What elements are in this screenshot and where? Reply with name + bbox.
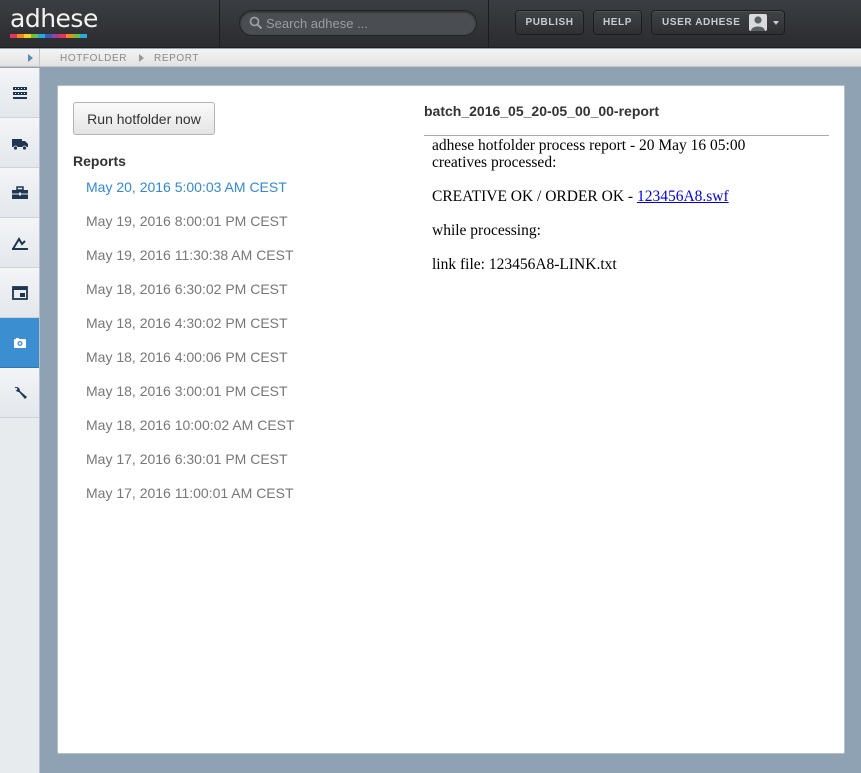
report-processed-line: creatives processed: xyxy=(432,154,557,171)
report-while-processing: while processing: xyxy=(432,222,541,239)
top-bar: adhese PUBLISH HELP USER ADHESE xyxy=(0,0,861,48)
report-title: batch_2016_05_20-05_00_00-report xyxy=(424,103,660,119)
breadcrumb-separator-icon xyxy=(139,54,144,62)
breadcrumb-item-report: REPORT xyxy=(154,53,200,64)
breadcrumb: HOTFOLDER REPORT xyxy=(0,49,861,67)
logo-color-segment xyxy=(45,34,52,38)
search-box[interactable] xyxy=(239,10,477,36)
run-hotfolder-button[interactable]: Run hotfolder now xyxy=(73,102,215,135)
chevron-down-icon xyxy=(773,21,779,25)
sidebar xyxy=(0,68,40,773)
report-list-item[interactable]: May 17, 2016 6:30:01 PM CEST xyxy=(86,451,406,485)
hotfolder-icon xyxy=(13,337,26,348)
logo-color-segment xyxy=(52,34,59,38)
sidebar-item-delivery[interactable] xyxy=(0,118,39,168)
logo-color-segment xyxy=(17,34,24,38)
logo-color-segment xyxy=(73,34,80,38)
user-label: USER ADHESE xyxy=(662,17,741,28)
reports-heading: Reports xyxy=(73,153,126,169)
report-list-item[interactable]: May 18, 2016 3:00:01 PM CEST xyxy=(86,383,406,417)
search-area xyxy=(221,0,489,48)
truck-icon xyxy=(11,138,28,150)
report-list-item[interactable]: May 18, 2016 6:30:02 PM CEST xyxy=(86,281,406,315)
report-list-item[interactable]: May 19, 2016 8:00:01 PM CEST xyxy=(86,213,406,247)
logo-color-segment xyxy=(66,34,73,38)
logo-color-bar xyxy=(10,34,87,38)
report-content: adhese hotfolder process report - 20 May… xyxy=(432,137,832,273)
sidebar-item-hotfolder[interactable] xyxy=(0,318,39,368)
sidebar-item-inventory[interactable] xyxy=(0,68,39,118)
breadcrumb-item-hotfolder[interactable]: HOTFOLDER xyxy=(60,53,127,64)
logo[interactable]: adhese xyxy=(0,0,220,48)
report-list-item[interactable]: May 17, 2016 11:00:01 AM CEST xyxy=(86,485,406,519)
report-header-line: adhese hotfolder process report - 20 May… xyxy=(432,137,746,154)
chart-tools-icon xyxy=(11,236,28,250)
search-input[interactable] xyxy=(266,14,466,32)
user-avatar-icon xyxy=(749,14,767,31)
report-list-item[interactable]: May 20, 2016 5:00:03 AM CEST xyxy=(86,179,406,213)
report-list-item[interactable]: May 18, 2016 10:00:02 AM CEST xyxy=(86,417,406,451)
main-panel: Run hotfolder now Reports May 20, 2016 5… xyxy=(57,85,845,754)
logo-color-segment xyxy=(31,34,38,38)
user-menu-button[interactable]: USER ADHESE xyxy=(651,10,785,35)
divider xyxy=(424,135,829,136)
report-list-item[interactable]: May 19, 2016 11:30:38 AM CEST xyxy=(86,247,406,281)
report-list-item[interactable]: May 18, 2016 4:30:02 PM CEST xyxy=(86,315,406,349)
window-icon xyxy=(11,285,28,300)
sidebar-item-campaigns[interactable] xyxy=(0,168,39,218)
briefcase-icon xyxy=(11,185,28,199)
logo-color-segment xyxy=(24,34,31,38)
report-list-item[interactable]: May 18, 2016 4:00:06 PM CEST xyxy=(86,349,406,383)
logo-text: adhese xyxy=(10,4,98,33)
report-creative-line: CREATIVE OK / ORDER OK - 123456A8.swf xyxy=(432,188,832,205)
help-button[interactable]: HELP xyxy=(593,10,642,35)
creative-status: CREATIVE OK / ORDER OK - xyxy=(432,188,637,205)
logo-color-segment xyxy=(59,34,66,38)
inventory-icon xyxy=(12,86,27,99)
report-list: May 20, 2016 5:00:03 AM CEST May 19, 201… xyxy=(86,179,406,519)
creative-file-link[interactable]: 123456A8.swf xyxy=(637,188,729,205)
sidebar-toggle-button[interactable] xyxy=(0,49,40,67)
report-link-file: link file: 123456A8-LINK.txt xyxy=(432,256,617,273)
search-icon xyxy=(249,16,263,30)
wrench-icon xyxy=(14,386,27,399)
sidebar-item-layout[interactable] xyxy=(0,268,39,318)
logo-color-segment xyxy=(10,34,17,38)
publish-button[interactable]: PUBLISH xyxy=(515,10,584,35)
logo-color-segment xyxy=(38,34,45,38)
logo-color-segment xyxy=(80,34,87,38)
sidebar-item-settings[interactable] xyxy=(0,368,39,418)
sidebar-item-reports[interactable] xyxy=(0,218,39,268)
